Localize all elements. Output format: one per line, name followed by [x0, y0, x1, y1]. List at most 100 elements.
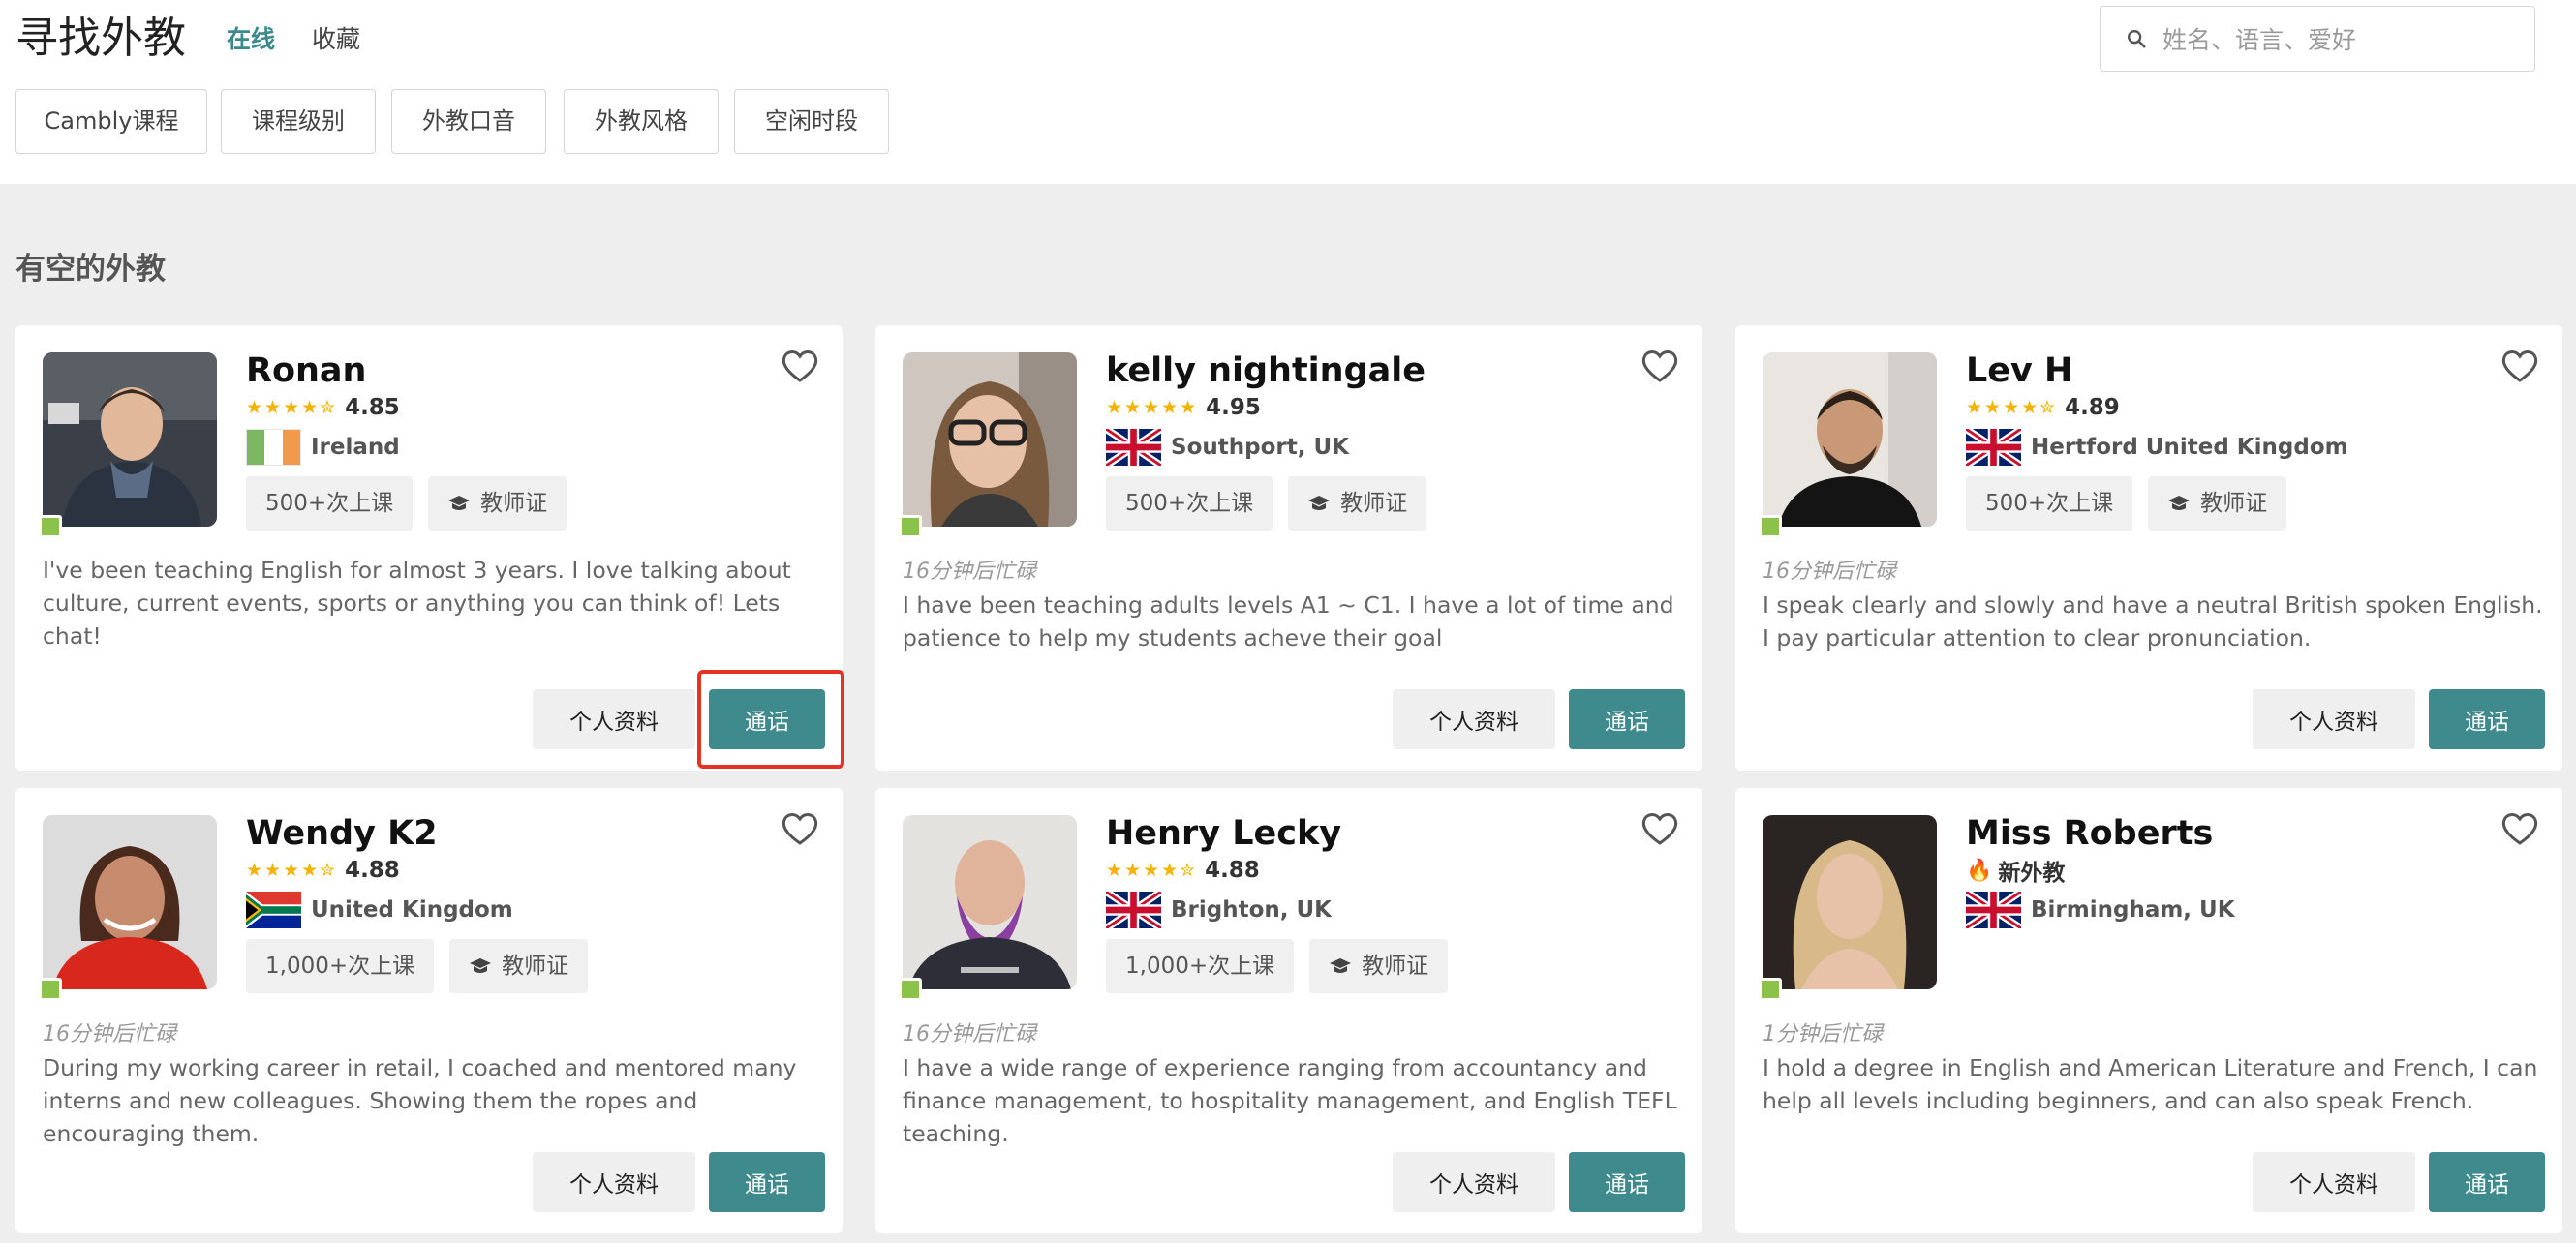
- online-status-indicator: [899, 978, 922, 1001]
- certificate-label: 教师证: [2200, 491, 2268, 516]
- star-icons: ★★★★✮: [246, 397, 338, 418]
- filter-tutor-style[interactable]: 外教风格: [564, 89, 719, 154]
- section-title: 有空的外教: [15, 252, 166, 287]
- filter-cambly-courses[interactable]: Cambly课程: [15, 89, 207, 154]
- graduation-cap-icon: [2168, 496, 2191, 510]
- certificate-label: 教师证: [1362, 954, 1429, 979]
- uk-flag-icon: [1966, 892, 2021, 928]
- new-tutor-tag: 🔥 新外教: [1966, 856, 2065, 887]
- tutor-description: I have a wide range of experience rangin…: [903, 1054, 1677, 1147]
- graduation-cap-icon: [1330, 958, 1352, 973]
- rating: ★★★★✮ 4.89: [1966, 393, 2120, 422]
- profile-button[interactable]: 个人资料: [2253, 689, 2415, 749]
- heart-icon[interactable]: [1641, 349, 1679, 383]
- star-icons: ★★★★✮: [1966, 397, 2058, 418]
- busy-notice: 1分钟后忙碌: [1763, 1022, 1883, 1046]
- avatar[interactable]: [1763, 815, 1937, 989]
- rating-value: 4.95: [1206, 395, 1261, 420]
- avatar[interactable]: [43, 815, 217, 989]
- rating: ★★★★✮ 4.88: [246, 856, 400, 885]
- tutor-card: Lev H ★★★★✮ 4.89 Hertford United Kingdom…: [1735, 325, 2562, 771]
- tutor-card: Wendy K2 ★★★★✮ 4.88 United Kingdom 1,000…: [15, 788, 843, 1233]
- tutor-name[interactable]: Lev H: [1966, 349, 2072, 393]
- profile-button[interactable]: 个人资料: [2253, 1152, 2415, 1212]
- avatar[interactable]: [903, 352, 1077, 527]
- location-text: Hertford United Kingdom: [2031, 435, 2348, 460]
- tutor-name[interactable]: Miss Roberts: [1966, 811, 2213, 856]
- certificate-badge: 教师证: [428, 476, 567, 531]
- online-status-indicator: [899, 515, 922, 538]
- avatar[interactable]: [43, 352, 217, 527]
- call-button[interactable]: 通话: [1569, 1152, 1685, 1212]
- star-icons: ★★★★★: [1106, 397, 1199, 418]
- profile-button[interactable]: 个人资料: [533, 689, 695, 749]
- tutor-description: I've been teaching English for almost 3 …: [43, 557, 791, 650]
- filter-available-time[interactable]: 空闲时段: [734, 89, 889, 154]
- tutor-card: Miss Roberts 🔥 新外教 Birmingham, UK 1分钟后忙碌…: [1735, 788, 2562, 1233]
- heart-icon[interactable]: [1641, 811, 1679, 846]
- search-box[interactable]: [2100, 6, 2535, 72]
- badges: 1,000+次上课 教师证: [1106, 939, 1463, 993]
- online-status-indicator: [1759, 978, 1782, 1001]
- rating-value: 4.88: [345, 858, 400, 883]
- busy-notice: 16分钟后忙碌: [43, 1022, 176, 1046]
- search-input[interactable]: [2162, 18, 2521, 61]
- heart-icon[interactable]: [781, 349, 819, 383]
- badges: 500+次上课 教师证: [1966, 476, 2302, 531]
- call-button[interactable]: 通话: [709, 1152, 825, 1212]
- online-status-indicator: [39, 515, 62, 538]
- profile-button[interactable]: 个人资料: [1393, 1152, 1555, 1212]
- certificate-label: 教师证: [480, 491, 548, 516]
- avatar[interactable]: [903, 815, 1077, 989]
- heart-icon[interactable]: [2500, 349, 2539, 383]
- uk-flag-icon: [1106, 892, 1161, 928]
- lessons-badge: 500+次上课: [1966, 476, 2133, 531]
- tutor-name[interactable]: Wendy K2: [246, 811, 438, 856]
- lessons-badge: 500+次上课: [1106, 476, 1273, 531]
- tutor-name[interactable]: Ronan: [246, 349, 366, 393]
- busy-notice: 16分钟后忙碌: [1763, 560, 1896, 584]
- location-text: Brighton, UK: [1171, 897, 1333, 923]
- tutor-name[interactable]: Henry Lecky: [1106, 811, 1341, 856]
- call-button[interactable]: 通话: [1569, 689, 1685, 749]
- tutor-card: Henry Lecky ★★★★✮ 4.88 Brighton, UK 1,00…: [875, 788, 1702, 1233]
- rating-value: 4.88: [1205, 858, 1260, 883]
- uk-flag-icon: [1106, 429, 1161, 466]
- tutor-card: kelly nightingale ★★★★★ 4.95 Southport, …: [875, 325, 1702, 771]
- profile-button[interactable]: 个人资料: [1393, 689, 1555, 749]
- location-text: Ireland: [311, 435, 400, 460]
- online-status-indicator: [1759, 515, 1782, 538]
- location: Ireland: [246, 428, 400, 467]
- filter-tutor-accent[interactable]: 外教口音: [391, 89, 546, 154]
- call-button[interactable]: 通话: [2429, 1152, 2545, 1212]
- rating-value: 4.85: [345, 395, 400, 420]
- heart-icon[interactable]: [2500, 811, 2539, 846]
- filter-course-level[interactable]: 课程级别: [221, 89, 376, 154]
- location: United Kingdom: [246, 891, 513, 929]
- tab-favorites[interactable]: 收藏: [312, 23, 360, 56]
- call-button[interactable]: 通话: [2429, 689, 2545, 749]
- rating: ★★★★✮ 4.85: [246, 393, 400, 422]
- graduation-cap-icon: [448, 496, 471, 510]
- location: Hertford United Kingdom: [1966, 428, 2348, 467]
- rating: ★★★★✮ 4.88: [1106, 856, 1260, 885]
- badges: 500+次上课 教师证: [1106, 476, 1442, 531]
- tab-online[interactable]: 在线: [227, 23, 275, 56]
- avatar[interactable]: [1763, 352, 1937, 527]
- certificate-badge: 教师证: [2148, 476, 2287, 531]
- location: Birmingham, UK: [1966, 891, 2235, 929]
- heart-icon[interactable]: [781, 811, 819, 846]
- certificate-badge: 教师证: [1309, 939, 1449, 993]
- tutor-name[interactable]: kelly nightingale: [1106, 349, 1426, 393]
- location: Brighton, UK: [1106, 891, 1332, 929]
- search-icon: [2128, 30, 2146, 48]
- certificate-label: 教师证: [1340, 491, 1408, 516]
- top-bar: 寻找外教 在线 收藏 Cambly课程 课程级别 外教口音 外教风格 空闲时段: [0, 0, 2576, 184]
- busy-notice: 16分钟后忙碌: [903, 1022, 1036, 1046]
- tutor-description: I speak clearly and slowly and have a ne…: [1763, 591, 2543, 652]
- tutor-card: Ronan ★★★★✮ 4.85 Ireland 500+次上课 教师证 I'v…: [15, 325, 843, 771]
- profile-button[interactable]: 个人资料: [533, 1152, 695, 1212]
- busy-notice: 16分钟后忙碌: [903, 560, 1036, 584]
- star-icons: ★★★★✮: [1106, 860, 1198, 881]
- call-button[interactable]: 通话: [709, 689, 825, 749]
